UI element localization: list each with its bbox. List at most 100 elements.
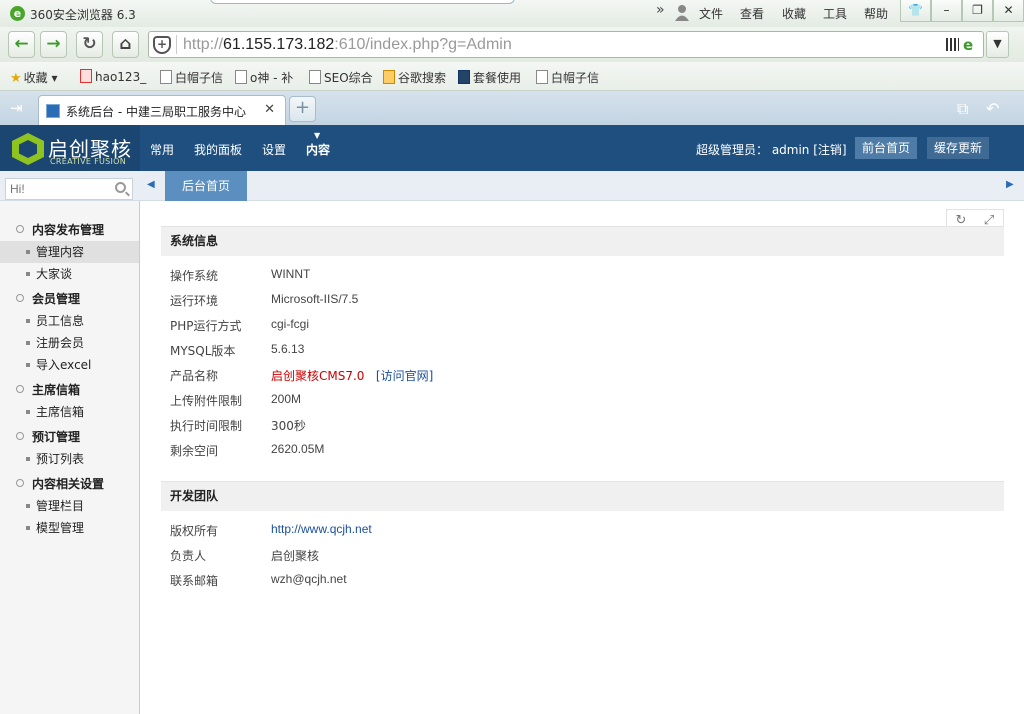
fav-baimaozixin-2[interactable]: 白帽子信 xyxy=(536,69,599,86)
refresh-icon[interactable]: ↻ xyxy=(76,31,103,58)
search-box xyxy=(5,178,133,200)
sidebar-item-discussion[interactable]: 大家谈 xyxy=(0,263,139,285)
tab-system-admin[interactable]: 系统后台 - 中建三局职工服务中心 ✕ xyxy=(38,95,286,125)
sidebar-item-staff-info[interactable]: 员工信息 xyxy=(0,310,139,332)
info-label: MYSQL版本 xyxy=(170,344,236,358)
tab-close-icon[interactable]: ✕ xyxy=(264,102,275,117)
sidebar-item-import-excel[interactable]: 导入excel xyxy=(0,354,139,376)
sidebar-item-manage-columns[interactable]: 管理栏目 xyxy=(0,495,139,517)
security-shield-icon[interactable]: + xyxy=(153,36,171,54)
dev-team-heading: 开发团队 xyxy=(161,481,1004,511)
sidebar-toggle-icon[interactable]: ⇥ xyxy=(10,99,23,117)
scroll-right-icon[interactable]: ▶ xyxy=(1006,179,1014,190)
address-bar[interactable]: + http://61.155.173.182:610/index.php?g=… xyxy=(148,31,984,58)
address-url[interactable]: http://61.155.173.182:610/index.php?g=Ad… xyxy=(183,36,512,54)
qr-code-icon[interactable] xyxy=(946,38,959,51)
logo-subtitle: CREATIVE FUSION xyxy=(50,157,127,166)
info-label: 操作系统 xyxy=(170,269,219,283)
more-chevron-icon[interactable]: » xyxy=(656,2,665,18)
address-separator xyxy=(176,35,177,54)
main-content: ↻ ⤢ 系统信息 操作系统 WINNT 运行环境 Microsoft-IIS/7… xyxy=(141,201,1024,714)
sidebar-item-model-management[interactable]: 模型管理 xyxy=(0,517,139,539)
admin-info[interactable]: 超级管理员： admin [注销] xyxy=(696,141,847,158)
restore-icon[interactable]: ❐ xyxy=(962,0,993,22)
fav-seo[interactable]: SEO综合 xyxy=(309,69,373,86)
info-value: 2620.05M xyxy=(271,442,325,456)
back-icon[interactable]: ← xyxy=(8,31,35,58)
info-value: WINNT xyxy=(271,267,311,281)
scroll-left-icon[interactable]: ◀ xyxy=(147,179,155,190)
tab-admin-home[interactable]: 后台首页 xyxy=(165,171,247,201)
info-value: cgi-fcgi xyxy=(271,317,310,331)
sidebar-group-content-publish[interactable]: 内容发布管理 xyxy=(16,221,104,238)
info-label: 运行环境 xyxy=(170,294,219,308)
title-tooltip-area xyxy=(210,0,515,4)
fav-baimaozixin-1[interactable]: 白帽子信 xyxy=(160,69,223,86)
sidebar-item-booking-list[interactable]: 预订列表 xyxy=(0,448,139,470)
skin-icon[interactable]: 👕 xyxy=(900,0,931,22)
address-dropdown-icon[interactable]: ▼ xyxy=(986,31,1009,58)
sidebar-item-manage-content[interactable]: 管理内容 xyxy=(0,241,139,263)
product-name-value: 启创聚核CMS7.0 [访问官网] xyxy=(271,369,434,383)
cache-update-button[interactable]: 缓存更新 xyxy=(927,137,990,159)
hao123-icon xyxy=(80,69,92,83)
page-icon xyxy=(160,70,172,84)
tab-manager-icon[interactable]: ⧉ xyxy=(957,99,968,119)
ie-mode-icon[interactable]: e xyxy=(963,36,979,54)
info-label: 执行时间限制 xyxy=(170,419,243,433)
nav-common[interactable]: 常用 xyxy=(150,141,174,158)
window-controls: 👕 – ❐ ✕ xyxy=(900,0,1024,22)
info-value: 300秒 xyxy=(271,419,306,433)
sidebar-group-members[interactable]: 会员管理 xyxy=(16,290,80,307)
menu-favorites[interactable]: 收藏 xyxy=(782,5,806,22)
sidebar-group-chairman-mailbox[interactable]: 主席信箱 xyxy=(16,381,80,398)
page-icon xyxy=(235,70,247,84)
menu-view[interactable]: 查看 xyxy=(740,5,764,22)
search-input[interactable] xyxy=(6,179,110,199)
user-icon[interactable] xyxy=(674,4,690,21)
menu-help[interactable]: 帮助 xyxy=(864,5,888,22)
menu-tools[interactable]: 工具 xyxy=(823,5,847,22)
undo-close-icon[interactable]: ↶ xyxy=(986,99,999,118)
info-value: Microsoft-IIS/7.5 xyxy=(271,292,359,306)
cms-sidebar: 内容发布管理 管理内容 大家谈 会员管理 员工信息 注册会员 导入excel 主… xyxy=(0,201,140,714)
visit-official-site-link[interactable]: [访问官网] xyxy=(376,369,433,383)
new-tab-button[interactable]: + xyxy=(289,96,316,122)
nav-settings[interactable]: 设置 xyxy=(262,141,286,158)
search-icon[interactable] xyxy=(115,182,126,193)
team-label: 联系邮箱 xyxy=(170,574,219,588)
star-icon: ★ xyxy=(10,71,22,86)
info-label: 剩余空间 xyxy=(170,444,219,458)
front-home-button[interactable]: 前台首页 xyxy=(855,137,918,159)
browser-tabbar: ⇥ 系统后台 - 中建三局职工服务中心 ✕ + ⧉ ↶ xyxy=(0,91,1024,125)
browser-title: 360安全浏览器 6.3 xyxy=(30,8,136,22)
menu-file[interactable]: 文件 xyxy=(699,5,723,22)
browser-logo-icon: e xyxy=(10,6,25,21)
favorites-menu[interactable]: ★ 收藏 ▾ xyxy=(10,69,58,86)
nav-my-panel[interactable]: 我的面板 xyxy=(194,141,242,158)
team-label: 版权所有 xyxy=(170,524,219,538)
cms-header: 启创聚核 CREATIVE FUSION 常用 我的面板 设置 内容 ▼ 超级管… xyxy=(0,125,1024,171)
fav-package[interactable]: 套餐使用 xyxy=(458,69,521,86)
home-icon[interactable]: ⌂ xyxy=(112,31,139,58)
info-value: 200M xyxy=(271,392,302,406)
fav-oshen[interactable]: o神 - 补 xyxy=(235,69,293,86)
sidebar-group-booking[interactable]: 预订管理 xyxy=(16,428,80,445)
minimize-icon[interactable]: – xyxy=(931,0,962,22)
copyright-link[interactable]: http://www.qcjh.net xyxy=(271,522,372,536)
fav-hao123[interactable]: hao123_ xyxy=(80,69,146,84)
info-label: 产品名称 xyxy=(170,369,219,383)
nav-content[interactable]: 内容 xyxy=(306,141,330,158)
browser-navbar: ← → ↻ ⌂ + http://61.155.173.182:610/inde… xyxy=(0,27,1024,62)
sidebar-item-registered-members[interactable]: 注册会员 xyxy=(0,332,139,354)
close-icon[interactable]: ✕ xyxy=(993,0,1024,22)
cms-logo[interactable]: 启创聚核 CREATIVE FUSION xyxy=(0,125,140,171)
telecom-icon xyxy=(458,70,470,84)
page-icon xyxy=(309,70,321,84)
fav-google[interactable]: 谷歌搜索 xyxy=(383,69,446,86)
info-label: 上传附件限制 xyxy=(170,394,243,408)
sidebar-item-chairman-mailbox[interactable]: 主席信箱 xyxy=(0,401,139,423)
forward-icon[interactable]: → xyxy=(40,31,67,58)
sidebar-group-content-settings[interactable]: 内容相关设置 xyxy=(16,475,104,492)
site-favicon-icon xyxy=(46,104,60,118)
